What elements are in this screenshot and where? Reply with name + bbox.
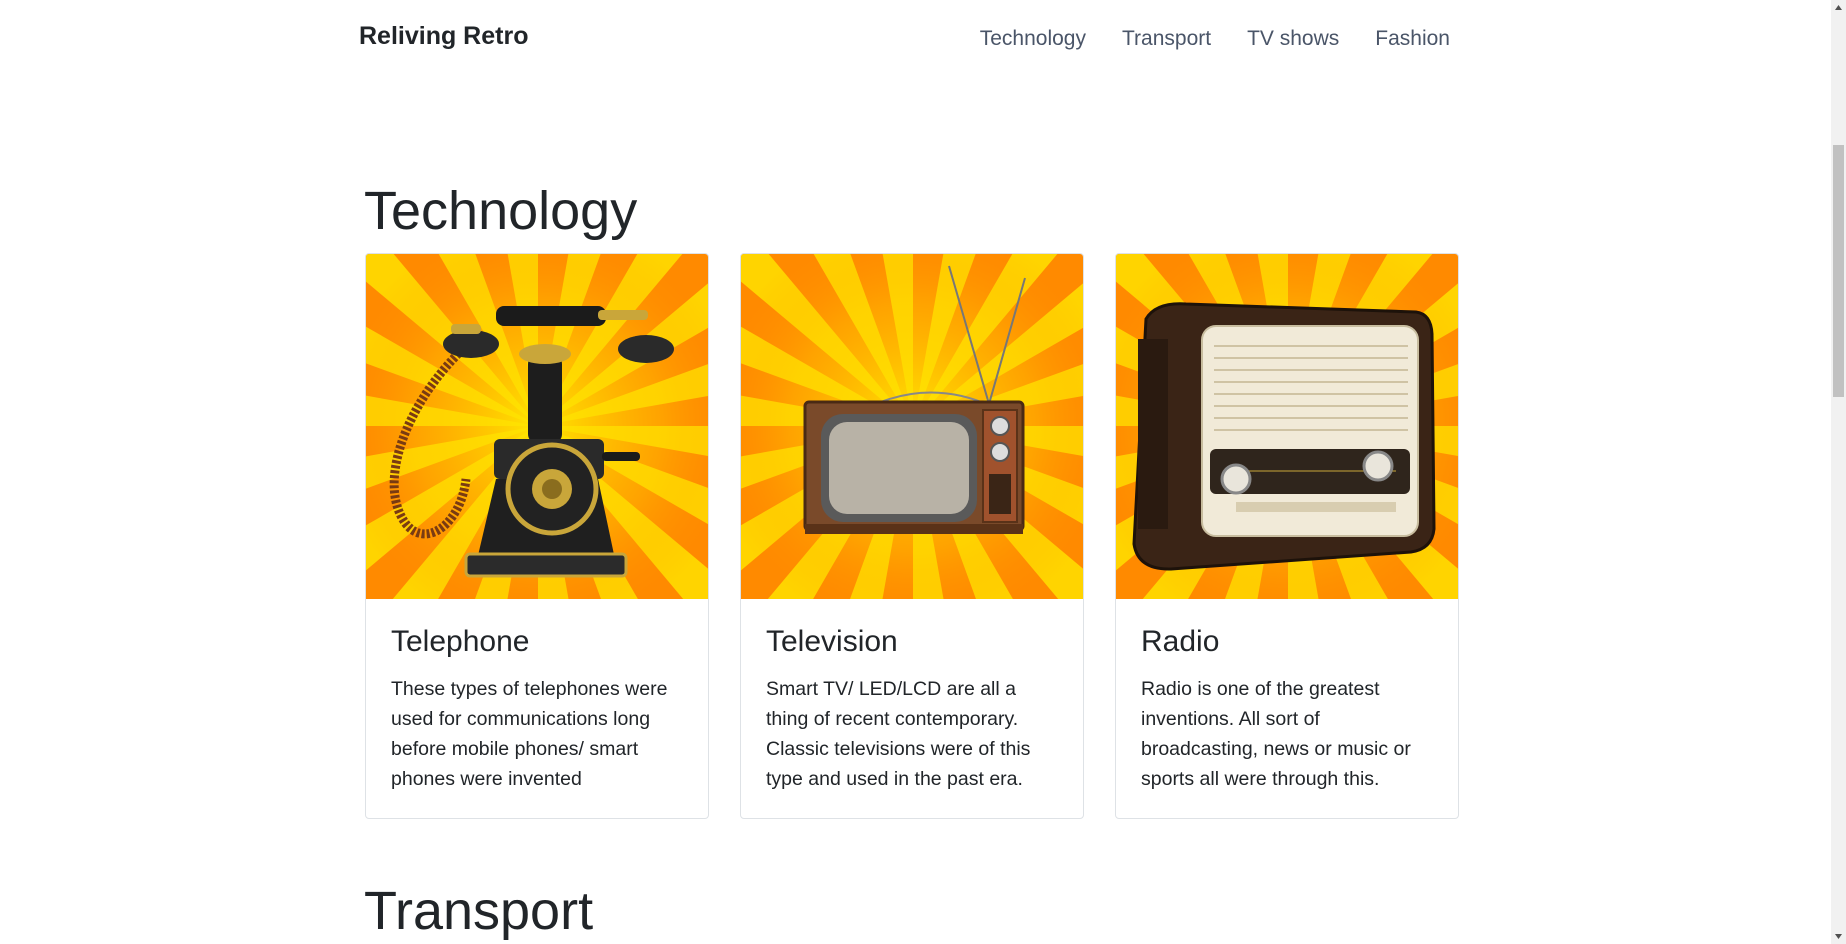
nav-link-tv-shows[interactable]: TV shows [1247, 27, 1339, 51]
card-text: Smart TV/ LED/LCD are all a thing of rec… [766, 678, 1031, 790]
vertical-scrollbar[interactable] [1831, 0, 1846, 944]
card-text: These types of telephones were used for … [391, 678, 668, 790]
scroll-up-arrow-icon[interactable] [1831, 0, 1846, 15]
card-radio: Radio Radio is one of the greatest inven… [1115, 253, 1459, 819]
card-text: Radio is one of the greatest inventions.… [1141, 678, 1411, 790]
card-title: Radio [1141, 625, 1220, 658]
card-telephone: Telephone These types of telephones were… [365, 253, 709, 819]
telephone-image [366, 254, 708, 599]
technology-cards: Telephone These types of telephones were… [365, 253, 1459, 819]
brand-logo-link[interactable]: Reliving Retro [359, 22, 528, 51]
card-body: Telephone These types of telephones were… [366, 599, 708, 818]
card-television: Television Smart TV/ LED/LCD are all a t… [740, 253, 1084, 819]
radio-image [1116, 254, 1458, 599]
nav-link-transport[interactable]: Transport [1122, 27, 1211, 51]
scroll-down-arrow-icon[interactable] [1831, 929, 1846, 944]
card-title: Telephone [391, 625, 530, 658]
navbar: Reliving Retro Technology Transport TV s… [0, 0, 1831, 80]
nav-link-fashion[interactable]: Fashion [1375, 27, 1450, 51]
scroll-thumb[interactable] [1833, 145, 1844, 397]
page-viewport: Reliving Retro Technology Transport TV s… [0, 0, 1831, 944]
television-image [741, 254, 1083, 599]
card-body: Radio Radio is one of the greatest inven… [1116, 599, 1458, 818]
card-title: Television [766, 625, 898, 658]
section-title-transport: Transport [364, 881, 594, 941]
section-title-technology: Technology [364, 181, 638, 241]
card-body: Television Smart TV/ LED/LCD are all a t… [741, 599, 1083, 818]
nav-links: Technology Transport TV shows Fashion [944, 27, 1450, 51]
nav-link-technology[interactable]: Technology [980, 27, 1086, 51]
